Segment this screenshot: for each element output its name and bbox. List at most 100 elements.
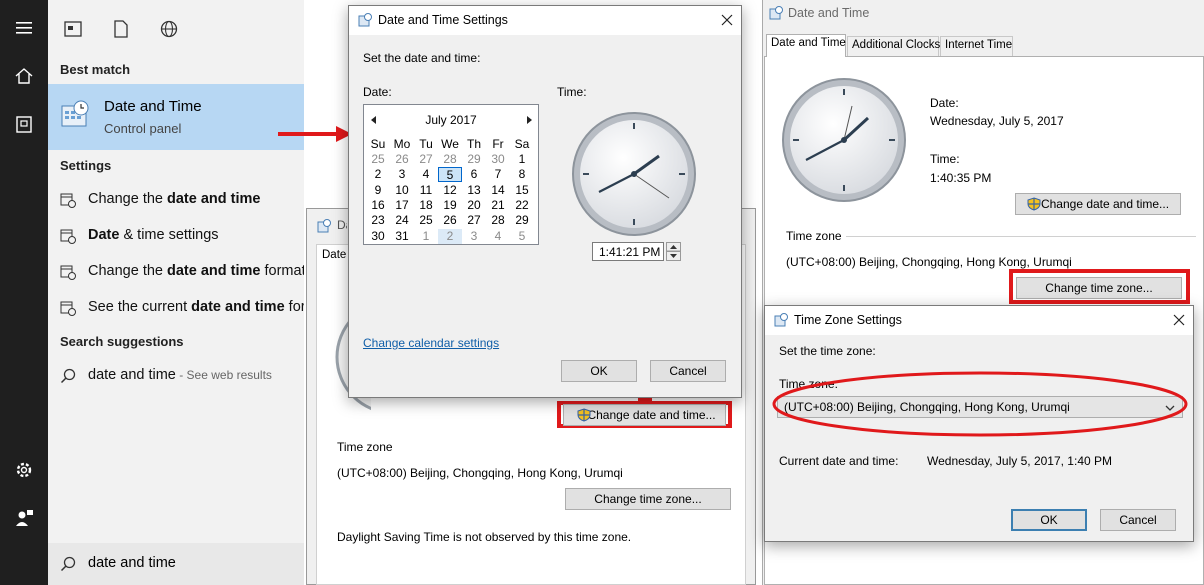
calendar-day-cell[interactable]: 4 <box>414 167 438 182</box>
calendar-day-cell[interactable]: 30 <box>486 152 510 167</box>
best-match-subtitle: Control panel <box>104 121 182 136</box>
settings-result-see-current[interactable]: See the current date and time format <box>48 291 304 325</box>
calendar-day-cell[interactable]: 25 <box>414 213 438 228</box>
calendar-clock-icon <box>60 228 76 244</box>
tab-internet-time[interactable]: Internet Time <box>940 36 1013 56</box>
calendar-day-cell[interactable]: 14 <box>486 183 510 198</box>
hamburger-menu-icon[interactable] <box>12 16 36 40</box>
dts-ok-button[interactable]: OK <box>561 360 637 382</box>
calendar-day-cell[interactable]: 17 <box>390 198 414 213</box>
calendar-day-cell[interactable]: 2 <box>438 228 462 244</box>
settings-gear-icon[interactable] <box>12 458 36 482</box>
background-time-zone-value: (UTC+08:00) Beijing, Chongqing, Hong Kon… <box>337 466 623 480</box>
right-time-zone-heading: Time zone <box>786 229 842 243</box>
calendar-day-cell[interactable]: 5 <box>438 167 462 183</box>
calendar-day-cell[interactable]: 25 <box>366 152 390 167</box>
calendar-day-cell[interactable]: 27 <box>462 213 486 228</box>
documents-icon[interactable] <box>12 112 36 136</box>
calendar-day-cell[interactable]: 6 <box>462 167 486 182</box>
calendar-day-cell[interactable]: 15 <box>510 183 534 198</box>
calendar-day-cell[interactable]: 29 <box>462 152 486 167</box>
user-feedback-icon[interactable] <box>12 506 36 530</box>
tzs-ok-button[interactable]: OK <box>1011 509 1087 531</box>
search-input[interactable]: date and time <box>88 555 176 571</box>
settings-result-date-time-settings[interactable]: Date & time settings <box>48 219 304 253</box>
calendar-day-cell[interactable]: 26 <box>390 152 414 167</box>
calendar-day-cell[interactable]: 3 <box>462 229 486 244</box>
calendar-day-cell[interactable]: 29 <box>510 213 534 228</box>
settings-result-change-format[interactable]: Change the date and time format <box>48 255 304 289</box>
background-change-date-time-button[interactable]: Change date and time... <box>563 404 726 426</box>
control-panel-clock-icon <box>60 100 90 130</box>
best-match-date-and-time[interactable]: Date and Time Control panel <box>48 84 304 150</box>
right-change-date-time-button[interactable]: Change date and time... <box>1015 193 1181 215</box>
settings-result-change-date-time[interactable]: Change the date and time <box>48 183 304 217</box>
right-change-time-zone-button[interactable]: Change time zone... <box>1016 277 1182 299</box>
calendar-day-cell[interactable]: 19 <box>438 198 462 213</box>
right-date-label: Date: <box>930 96 959 110</box>
web-suggestion-row[interactable]: date and time - See web results <box>48 359 304 393</box>
tzs-instruction: Set the time zone: <box>779 344 876 358</box>
calendar-day-header: Sa <box>514 137 530 151</box>
calendar-day-cell[interactable]: 1 <box>510 152 534 167</box>
calendar-day-cell[interactable]: 3 <box>390 167 414 182</box>
calendar-day-cell[interactable]: 11 <box>414 183 438 198</box>
calendar-day-cell[interactable]: 1 <box>414 229 438 244</box>
time-input[interactable]: 1:41:21 PM <box>592 242 664 261</box>
calendar-day-cell[interactable]: 20 <box>462 198 486 213</box>
calendar-day-cell[interactable]: 7 <box>486 167 510 182</box>
calendar-month-label[interactable]: July 2017 <box>364 113 538 127</box>
calendar-day-header: Mo <box>393 137 411 151</box>
home-icon[interactable] <box>12 64 36 88</box>
apps-filter-icon[interactable] <box>62 18 84 40</box>
document-filter-icon[interactable] <box>110 18 132 40</box>
calendar-day-cell[interactable]: 18 <box>414 198 438 213</box>
close-icon[interactable] <box>1171 312 1187 328</box>
calendar-day-cell[interactable]: 31 <box>390 229 414 244</box>
tzs-cancel-button[interactable]: Cancel <box>1100 509 1176 531</box>
taskbar-search-box[interactable]: date and time <box>48 543 304 585</box>
time-zone-settings-titlebar: Time Zone Settings <box>764 305 1194 335</box>
calendar-day-cell[interactable]: 22 <box>510 198 534 213</box>
calendar-day-cell[interactable]: 2 <box>366 167 390 182</box>
best-match-heading: Best match <box>60 62 131 77</box>
close-icon[interactable] <box>719 12 735 28</box>
calendar-day-cell[interactable]: 28 <box>438 152 462 167</box>
start-rail <box>0 0 48 585</box>
calendar-day-cell[interactable]: 9 <box>366 183 390 198</box>
calendar-day-cell[interactable]: 12 <box>438 183 462 198</box>
change-calendar-settings-link[interactable]: Change calendar settings <box>363 336 499 350</box>
calendar-day-cell[interactable]: 24 <box>390 213 414 228</box>
calendar-day-cell[interactable]: 30 <box>366 229 390 244</box>
background-change-time-zone-button[interactable]: Change time zone... <box>565 488 731 510</box>
calendar-day-cell[interactable]: 21 <box>486 198 510 213</box>
calendar-clock-icon <box>60 192 76 208</box>
web-globe-icon[interactable] <box>158 18 180 40</box>
calendar-day-cell[interactable]: 23 <box>366 213 390 228</box>
clock-window-icon <box>358 13 372 27</box>
dts-date-label: Date: <box>363 85 392 99</box>
calendar-day-cell[interactable]: 5 <box>510 229 534 244</box>
tab-additional-clocks[interactable]: Additional Clocks <box>847 36 940 56</box>
settings-result-text-bold: date and time <box>191 299 285 315</box>
calendar-day-cell[interactable]: 10 <box>390 183 414 198</box>
background-tab-date-and-time[interactable]: Date and Time <box>317 245 351 267</box>
calendar-day-cell[interactable]: 27 <box>414 152 438 167</box>
calendar-day-cell[interactable]: 16 <box>366 198 390 213</box>
next-month-icon[interactable] <box>525 114 533 124</box>
time-spinner[interactable] <box>666 242 681 261</box>
settings-result-text-pre: See the current <box>88 299 192 315</box>
tab-date-and-time[interactable]: Date and Time <box>766 34 846 57</box>
dts-cancel-button[interactable]: Cancel <box>650 360 726 382</box>
date-time-settings-title: Date and Time Settings <box>378 13 508 27</box>
settings-heading: Settings <box>60 158 112 173</box>
month-calendar[interactable]: July 2017 Su Mo Tu We Th Fr Sa 25 26 27 28 29 30 1 2 3 4… <box>363 104 539 245</box>
right-window-title: Date and Time <box>788 6 870 20</box>
calendar-day-cell[interactable]: 28 <box>486 213 510 228</box>
calendar-day-cell[interactable]: 13 <box>462 183 486 198</box>
calendar-day-cell[interactable]: 8 <box>510 167 534 182</box>
calendar-day-cell[interactable]: 26 <box>438 213 462 228</box>
calendar-day-cell[interactable]: 4 <box>486 229 510 244</box>
annotation-ellipse-time-zone <box>772 371 1188 437</box>
calendar-day-header: Su <box>370 137 386 151</box>
